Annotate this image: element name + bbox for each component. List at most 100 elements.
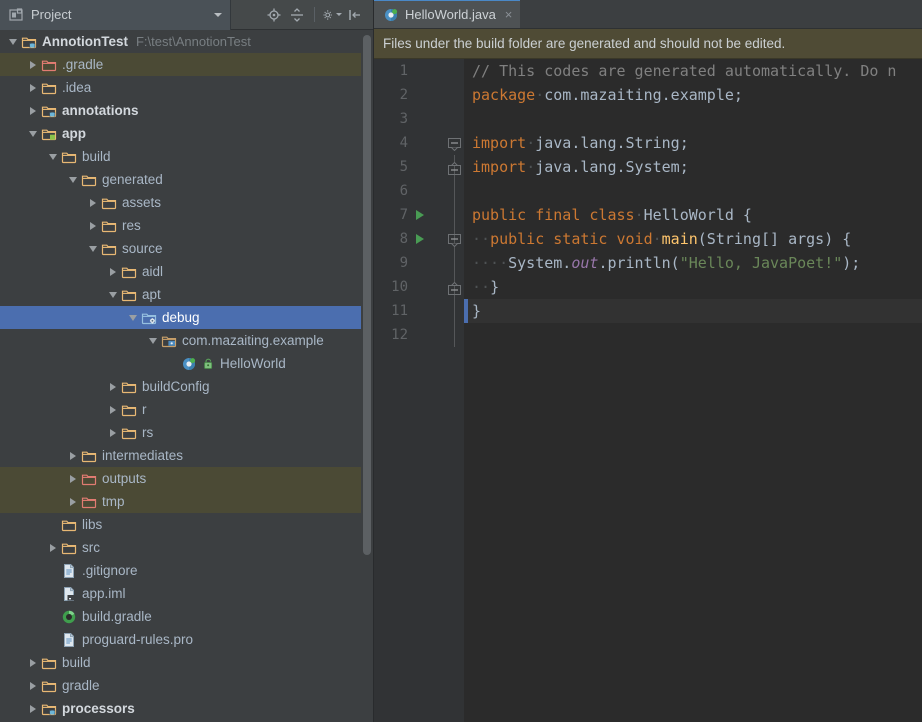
code-editor[interactable]: // This codes are generated automaticall… bbox=[464, 59, 922, 722]
expand-arrow-icon[interactable] bbox=[24, 674, 41, 697]
tree-row--gradle[interactable]: .gradle bbox=[0, 53, 373, 76]
chevron-down-icon[interactable] bbox=[214, 12, 222, 17]
collapse-arrow-icon[interactable] bbox=[144, 329, 161, 352]
collapse-arrow-icon[interactable] bbox=[104, 283, 121, 306]
tree-row-proguard-rules-pro[interactable]: proguard-rules.pro bbox=[0, 628, 373, 651]
gutter-line[interactable]: 12 bbox=[374, 323, 446, 347]
gutter-line[interactable]: 9 bbox=[374, 251, 446, 275]
tree-row-intermediates[interactable]: intermediates bbox=[0, 444, 373, 467]
gutter-line[interactable]: 2 bbox=[374, 83, 446, 107]
fold-collapse-icon-method[interactable] bbox=[448, 234, 461, 248]
tree-row-generated[interactable]: generated bbox=[0, 168, 373, 191]
tree-row-annotiontest[interactable]: AnnotionTest F:\test\AnnotionTest bbox=[0, 30, 373, 53]
run-gutter-icon[interactable] bbox=[416, 210, 424, 220]
tree-row-gradle[interactable]: gradle bbox=[0, 674, 373, 697]
tree-row--idea[interactable]: .idea bbox=[0, 76, 373, 99]
tree-row-src[interactable]: src bbox=[0, 536, 373, 559]
tree-row-res[interactable]: res bbox=[0, 214, 373, 237]
gutter-line[interactable]: 4 bbox=[374, 131, 446, 155]
tree-row-aidl[interactable]: aidl bbox=[0, 260, 373, 283]
run-gutter-icon[interactable] bbox=[416, 234, 424, 244]
collapse-arrow-icon[interactable] bbox=[84, 237, 101, 260]
tree-row-r[interactable]: r bbox=[0, 398, 373, 421]
tree-row-helloworld[interactable]: HelloWorld bbox=[0, 352, 373, 375]
gutter-line[interactable]: 11 bbox=[374, 299, 446, 323]
scrollbar-thumb[interactable] bbox=[363, 35, 371, 555]
tree-row-buildconfig[interactable]: buildConfig bbox=[0, 375, 373, 398]
code-line[interactable]: ····System.out.println("Hello, JavaPoet!… bbox=[464, 251, 922, 275]
collapse-arrow-icon[interactable] bbox=[24, 122, 41, 145]
expand-arrow-icon[interactable] bbox=[104, 260, 121, 283]
tree-row-libs[interactable]: libs bbox=[0, 513, 373, 536]
tree-row-label: build bbox=[82, 149, 111, 164]
collapse-arrow-icon[interactable] bbox=[44, 145, 61, 168]
code-line[interactable]: import·java.lang.System; bbox=[464, 155, 922, 179]
tree-row-build[interactable]: build bbox=[0, 651, 373, 674]
code-line[interactable]: // This codes are generated automaticall… bbox=[464, 59, 922, 83]
expand-arrow-icon[interactable] bbox=[24, 651, 41, 674]
settings-gear-icon[interactable] bbox=[322, 5, 342, 25]
fold-expand-icon[interactable] bbox=[448, 161, 461, 175]
code-line[interactable]: public final class·HelloWorld { bbox=[464, 203, 922, 227]
code-line[interactable] bbox=[464, 323, 922, 347]
editor-gutter[interactable]: 1 2 3 4 5 6 7 8 9 10 11 12 bbox=[374, 59, 446, 722]
code-line[interactable]: import·java.lang.String; bbox=[464, 131, 922, 155]
tree-row-apt[interactable]: apt bbox=[0, 283, 373, 306]
tree-row-source[interactable]: source bbox=[0, 237, 373, 260]
expand-arrow-icon[interactable] bbox=[24, 99, 41, 122]
fold-collapse-icon[interactable] bbox=[448, 138, 461, 152]
tree-row-build-gradle[interactable]: build.gradle bbox=[0, 605, 373, 628]
collapse-all-icon[interactable] bbox=[287, 5, 307, 25]
expand-arrow-icon[interactable] bbox=[24, 53, 41, 76]
hide-panel-icon[interactable] bbox=[345, 5, 365, 25]
collapse-arrow-icon[interactable] bbox=[4, 30, 21, 53]
code-line[interactable] bbox=[464, 107, 922, 131]
tree-row--gitignore[interactable]: .gitignore bbox=[0, 559, 373, 582]
fold-gutter[interactable] bbox=[446, 59, 464, 722]
code-line[interactable]: ··} bbox=[464, 275, 922, 299]
fold-expand-icon-method[interactable] bbox=[448, 281, 461, 295]
code-line[interactable]: package·com.mazaiting.example; bbox=[464, 83, 922, 107]
expand-arrow-icon[interactable] bbox=[104, 398, 121, 421]
locate-in-tree-icon[interactable] bbox=[264, 5, 284, 25]
expand-arrow-icon[interactable] bbox=[104, 375, 121, 398]
expand-arrow-icon[interactable] bbox=[24, 697, 41, 720]
gutter-line[interactable]: 7 bbox=[374, 203, 446, 227]
gutter-line[interactable]: 10 bbox=[374, 275, 446, 299]
tree-row-app-iml[interactable]: app.iml bbox=[0, 582, 373, 605]
tab-helloworld-java[interactable]: HelloWorld.java × bbox=[374, 0, 521, 28]
project-tree-scrollbar[interactable] bbox=[361, 30, 373, 722]
expand-arrow-icon[interactable] bbox=[44, 536, 61, 559]
expand-arrow-icon[interactable] bbox=[24, 76, 41, 99]
collapse-arrow-icon[interactable] bbox=[124, 306, 141, 329]
gutter-line[interactable]: 3 bbox=[374, 107, 446, 131]
tree-row-outputs[interactable]: outputs bbox=[0, 467, 373, 490]
code-line[interactable] bbox=[464, 179, 922, 203]
tree-row-annotations[interactable]: annotations bbox=[0, 99, 373, 122]
tree-row-rs[interactable]: rs bbox=[0, 421, 373, 444]
collapse-arrow-icon[interactable] bbox=[64, 168, 81, 191]
tree-row-processors[interactable]: processors bbox=[0, 697, 373, 720]
close-icon[interactable]: × bbox=[505, 8, 513, 21]
tree-row-com-mazaiting-example[interactable]: com.mazaiting.example bbox=[0, 329, 373, 352]
public-lock-icon bbox=[202, 356, 216, 372]
tree-row-build[interactable]: build bbox=[0, 145, 373, 168]
gutter-line[interactable]: 8 bbox=[374, 227, 446, 251]
gutter-line[interactable]: 6 bbox=[374, 179, 446, 203]
gutter-line[interactable]: 5 bbox=[374, 155, 446, 179]
tree-row-assets[interactable]: assets bbox=[0, 191, 373, 214]
expand-arrow-icon[interactable] bbox=[64, 444, 81, 467]
expand-arrow-icon[interactable] bbox=[84, 214, 101, 237]
gutter-line[interactable]: 1 bbox=[374, 59, 446, 83]
tree-row-app[interactable]: app bbox=[0, 122, 373, 145]
expand-arrow-icon[interactable] bbox=[64, 490, 81, 513]
project-panel-title-button[interactable]: Project bbox=[0, 0, 231, 30]
project-tree-scroll[interactable]: AnnotionTest F:\test\AnnotionTest .gradle.… bbox=[0, 30, 373, 722]
tree-row-debug[interactable]: debug bbox=[0, 306, 373, 329]
expand-arrow-icon[interactable] bbox=[84, 191, 101, 214]
expand-arrow-icon[interactable] bbox=[104, 421, 121, 444]
code-line[interactable]: } bbox=[464, 299, 922, 323]
expand-arrow-icon[interactable] bbox=[64, 467, 81, 490]
code-line[interactable]: ··public static void·main(String[] args)… bbox=[464, 227, 922, 251]
tree-row-tmp[interactable]: tmp bbox=[0, 490, 373, 513]
